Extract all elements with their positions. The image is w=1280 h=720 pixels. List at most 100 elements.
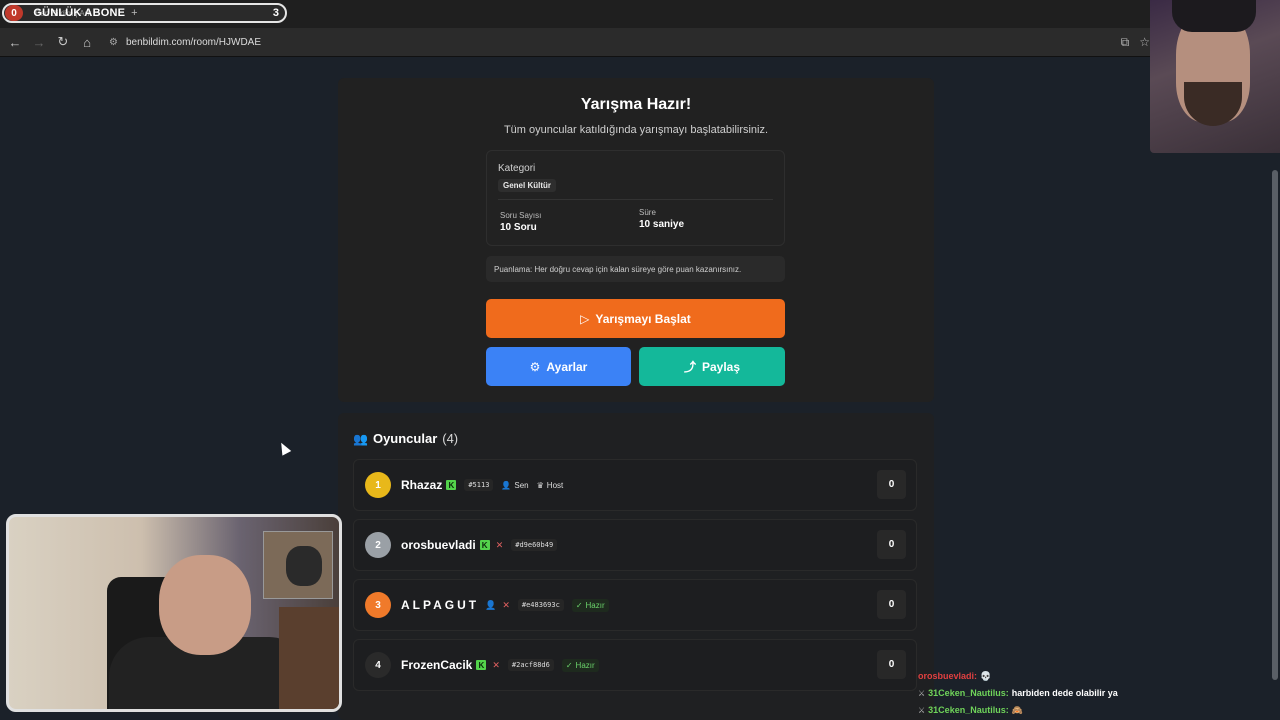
duration-label: Süre (639, 208, 656, 217)
crown-icon: ♛ (536, 480, 544, 490)
kick-platform-icon: K (479, 540, 490, 550)
player-name: orosbuevladi (401, 538, 476, 552)
rank-badge: 2 (365, 532, 391, 558)
bookshelf-shape (279, 607, 339, 709)
kick-platform-icon: K (476, 660, 487, 670)
player-score: 0 (877, 590, 906, 619)
bookmark-star-icon[interactable]: ☆ (1139, 35, 1150, 50)
player-row: 2 orosbuevladi K ✕ #d9e60b49 0 (353, 519, 917, 571)
streamer-webcam-top (1150, 0, 1280, 153)
players-heading: 👥 Oyuncular (4) (353, 431, 458, 446)
share-label: Paylaş (701, 359, 741, 374)
player-row: 1 Rhazaz K #5113 👤 Sen ♛ Host 0 (353, 459, 917, 511)
settings-label: Ayarlar (546, 359, 588, 374)
play-icon: ▷ (580, 311, 590, 326)
sword-icon: ⚔ (918, 689, 926, 698)
player-id: #d9e60b49 (511, 539, 558, 551)
category-badge: Genel Kültür (498, 179, 557, 192)
share-button[interactable]: ⤴ Paylaş (639, 347, 785, 386)
question-count-value: 10 Soru (500, 222, 537, 233)
player-row: 4 FrozenCacik K ✕ #2acf88d6 ✓ Hazır 0 (353, 639, 917, 691)
back-arrow-icon[interactable]: ← (3, 35, 27, 50)
start-contest-label: Yarışmayı Başlat (595, 311, 691, 326)
chat-text: 🙈 (1011, 705, 1023, 715)
sword-icon: ⚔ (918, 706, 926, 715)
mouse-cursor-icon (276, 440, 292, 456)
player-id: #5113 (464, 479, 494, 491)
hat-shape (1172, 0, 1256, 32)
streamer-webcam-bottom (6, 514, 342, 712)
card-divider (498, 199, 773, 200)
question-count-stat: Soru Sayısı 10 Soru (500, 211, 541, 233)
ready-label: Hazır (585, 600, 605, 610)
counter-left-value: 0 (5, 5, 23, 21)
share-icon: ⤴ (683, 360, 696, 374)
players-title: Oyuncular (372, 431, 438, 446)
rank-badge: 4 (365, 652, 391, 678)
counter-right-value: 3 (272, 7, 279, 19)
home-icon[interactable]: ⌂ (75, 35, 99, 50)
reload-icon[interactable]: ↻ (51, 34, 75, 50)
rank-badge: 3 (365, 592, 391, 618)
check-circle-icon: ✓ (575, 600, 583, 610)
player-name: Rhazaz (401, 478, 443, 492)
kick-platform-icon: K (446, 480, 457, 490)
remove-player-icon[interactable]: ✕ (492, 660, 500, 671)
player-score: 0 (877, 470, 906, 499)
head-shape (159, 555, 251, 655)
you-tag: 👤 Sen (501, 481, 528, 490)
chat-message: ⚔ 31Ceken_Nautilus: harbiden dede olabil… (918, 685, 1118, 702)
host-label: Host (546, 480, 564, 490)
player-row: 3 ALPAGUT 👤 ✕ #e483693c ✓ Hazır 0 (353, 579, 917, 631)
user-icon: 👤 (485, 599, 497, 610)
counter-label: GÜNLÜK ABONE (33, 7, 126, 19)
chat-username: 31Ceken_Nautilus: (928, 688, 1009, 698)
new-tab-button[interactable]: + (131, 7, 137, 19)
scoring-note: Puanlama: Her doğru cevap için kalan sür… (486, 256, 785, 282)
quiz-info-card: Kategori Genel Kültür Soru Sayısı 10 Sor… (486, 150, 785, 246)
picture-in-picture (263, 531, 333, 599)
players-panel: 👥 Oyuncular (4) 1 Rhazaz K #5113 👤 Sen ♛ H… (338, 413, 934, 720)
player-id: #e483693c (517, 599, 564, 611)
contest-ready-panel: Yarışma Hazır! Tüm oyuncular katıldığınd… (338, 78, 934, 402)
start-contest-button[interactable]: ▷ Yarışmayı Başlat (486, 299, 785, 338)
ready-status-badge: ✓ Hazır (571, 598, 609, 612)
users-icon: 👥 (353, 431, 368, 446)
url-text: benbildim.com/room/HJWDAE (125, 36, 262, 48)
duration-stat: Süre 10 saniye (639, 208, 684, 230)
stream-chat-overlay: orosbuevladi: 💀 ⚔ 31Ceken_Nautilus: harb… (918, 668, 1118, 719)
forward-arrow-icon[interactable]: → (27, 35, 51, 50)
chat-username: 31Ceken_Nautilus: (928, 705, 1009, 715)
ready-subtitle: Tüm oyuncular katıldığında yarışmayı baş… (503, 124, 769, 136)
category-label: Kategori (498, 163, 536, 174)
browser-tab-bar: 0 Ben Bildim | Ark GÜNLÜK ABONE + 3 (0, 0, 1280, 28)
url-field[interactable]: ⚙ benbildim.com/room/HJWDAE (109, 37, 261, 48)
player-score: 0 (877, 530, 906, 559)
question-count-label: Soru Sayısı (500, 211, 542, 220)
ready-title: Yarışma Hazır! (580, 96, 692, 113)
players-count: (4) (442, 431, 459, 446)
ready-label: Hazır (575, 660, 595, 670)
host-tag: ♛ Host (537, 481, 564, 490)
check-circle-icon: ✓ (565, 660, 573, 670)
remove-player-icon[interactable]: ✕ (496, 540, 504, 551)
user-icon: 👤 (501, 480, 512, 490)
ready-status-badge: ✓ Hazır (561, 658, 599, 672)
chat-username: orosbuevladi: (918, 671, 978, 681)
gear-icon: ⚙ (529, 359, 541, 374)
player-score: 0 (877, 650, 906, 679)
install-app-icon[interactable]: ⧉ (1121, 35, 1130, 50)
chat-text: harbiden dede olabilir ya (1011, 688, 1118, 698)
remove-player-icon[interactable]: ✕ (502, 600, 510, 611)
player-name: ALPAGUT (401, 598, 480, 612)
player-name: FrozenCacik (401, 658, 473, 672)
rank-badge: 1 (365, 472, 391, 498)
settings-button[interactable]: ⚙ Ayarlar (486, 347, 631, 386)
chat-text: 💀 (980, 671, 992, 681)
duration-value: 10 saniye (639, 219, 685, 230)
you-label: Sen (514, 480, 529, 490)
site-settings-icon[interactable]: ⚙ (109, 37, 118, 48)
subscriber-counter-overlay: 0 Ben Bildim | Ark GÜNLÜK ABONE + 3 (2, 3, 287, 23)
player-id: #2acf88d6 (507, 659, 554, 671)
page-scrollbar[interactable] (1272, 170, 1278, 680)
